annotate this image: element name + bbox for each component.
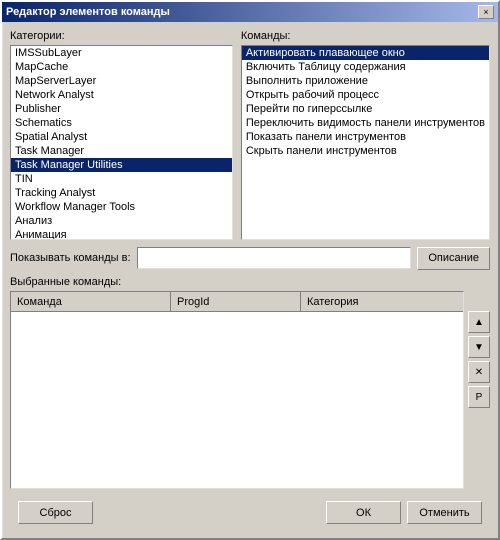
show-commands-label: Показывать команды в: bbox=[10, 252, 131, 264]
command-item-5[interactable]: Переключить видимость панели инструменто… bbox=[242, 116, 489, 130]
category-item-trackingAnalyst[interactable]: Tracking Analyst bbox=[11, 186, 232, 200]
side-buttons: ▲ ▼ ✕ P bbox=[468, 291, 490, 489]
move-down-button[interactable]: ▼ bbox=[468, 336, 490, 358]
command-item-1[interactable]: Включить Таблицу содержания bbox=[242, 60, 489, 74]
main-window: Редактор элементов команды × Категории: … bbox=[0, 0, 500, 540]
category-item-taskManager[interactable]: Task Manager bbox=[11, 144, 232, 158]
cancel-button[interactable]: Отменить bbox=[407, 501, 482, 524]
window-title: Редактор элементов команды bbox=[6, 6, 170, 18]
category-item-spatialAnalyst[interactable]: Spatial Analyst bbox=[11, 130, 232, 144]
selected-commands-container: Команда ProgId Категория ▲ ▼ ✕ bbox=[10, 291, 490, 489]
category-item-workflowManagerTools[interactable]: Workflow Manager Tools bbox=[11, 200, 232, 214]
categories-listbox[interactable]: IMSSubLayerMapCacheMapServerLayerNetwork… bbox=[10, 45, 233, 240]
show-commands-row: Показывать команды в: Описание bbox=[10, 246, 490, 270]
command-item-3[interactable]: Открыть рабочий процесс bbox=[242, 88, 489, 102]
category-item-tin[interactable]: TIN bbox=[11, 172, 232, 186]
category-item-imssubLayer[interactable]: IMSSubLayer bbox=[11, 46, 232, 60]
commands-panel: Команды: Активировать плавающее окноВклю… bbox=[241, 30, 490, 240]
reset-button[interactable]: Сброс bbox=[18, 501, 93, 524]
commands-label: Команды: bbox=[241, 30, 490, 42]
properties-button[interactable]: P bbox=[468, 386, 490, 408]
category-item-mapCache[interactable]: MapCache bbox=[11, 60, 232, 74]
command-item-6[interactable]: Показать панели инструментов bbox=[242, 130, 489, 144]
category-item-schematics[interactable]: Schematics bbox=[11, 116, 232, 130]
col-command: Команда bbox=[11, 292, 171, 311]
title-bar-controls: × bbox=[478, 5, 494, 19]
col-progid: ProgId bbox=[171, 292, 301, 311]
category-item-networkAnalyst[interactable]: Network Analyst bbox=[11, 88, 232, 102]
table-header: Команда ProgId Категория bbox=[11, 292, 463, 312]
table-body bbox=[11, 312, 463, 488]
ok-button[interactable]: ОК bbox=[326, 501, 401, 524]
dialog-content: Категории: IMSSubLayerMapCacheMapServerL… bbox=[2, 22, 498, 538]
commands-listbox[interactable]: Активировать плавающее окноВключить Табл… bbox=[241, 45, 490, 240]
top-section: Категории: IMSSubLayerMapCacheMapServerL… bbox=[10, 30, 490, 240]
close-button[interactable]: × bbox=[478, 5, 494, 19]
title-bar: Редактор элементов команды × bbox=[2, 2, 498, 22]
category-item-taskManagerUtils[interactable]: Task Manager Utilities bbox=[11, 158, 232, 172]
command-item-2[interactable]: Выполнить приложение bbox=[242, 74, 489, 88]
show-commands-input[interactable] bbox=[137, 247, 412, 269]
bottom-bar: Сброс ОК Отменить bbox=[10, 495, 490, 530]
description-button[interactable]: Описание bbox=[417, 247, 490, 270]
category-item-mapServerLayer[interactable]: MapServerLayer bbox=[11, 74, 232, 88]
category-item-publisher[interactable]: Publisher bbox=[11, 102, 232, 116]
remove-button[interactable]: ✕ bbox=[468, 361, 490, 383]
selected-commands-table: Команда ProgId Категория bbox=[10, 291, 464, 489]
category-item-animaciya[interactable]: Анимация bbox=[11, 228, 232, 240]
move-up-button[interactable]: ▲ bbox=[468, 311, 490, 333]
categories-label: Категории: bbox=[10, 30, 233, 42]
categories-panel: Категории: IMSSubLayerMapCacheMapServerL… bbox=[10, 30, 233, 240]
bottom-right-buttons: ОК Отменить bbox=[326, 501, 482, 524]
command-item-7[interactable]: Скрыть панели инструментов bbox=[242, 144, 489, 158]
category-item-analiz[interactable]: Анализ bbox=[11, 214, 232, 228]
command-item-0[interactable]: Активировать плавающее окно bbox=[242, 46, 489, 60]
command-item-4[interactable]: Перейти по гиперссылке bbox=[242, 102, 489, 116]
selected-commands-section: Выбранные команды: Команда ProgId Катего… bbox=[10, 276, 490, 489]
col-category: Категория bbox=[301, 292, 463, 311]
selected-commands-label: Выбранные команды: bbox=[10, 276, 490, 288]
